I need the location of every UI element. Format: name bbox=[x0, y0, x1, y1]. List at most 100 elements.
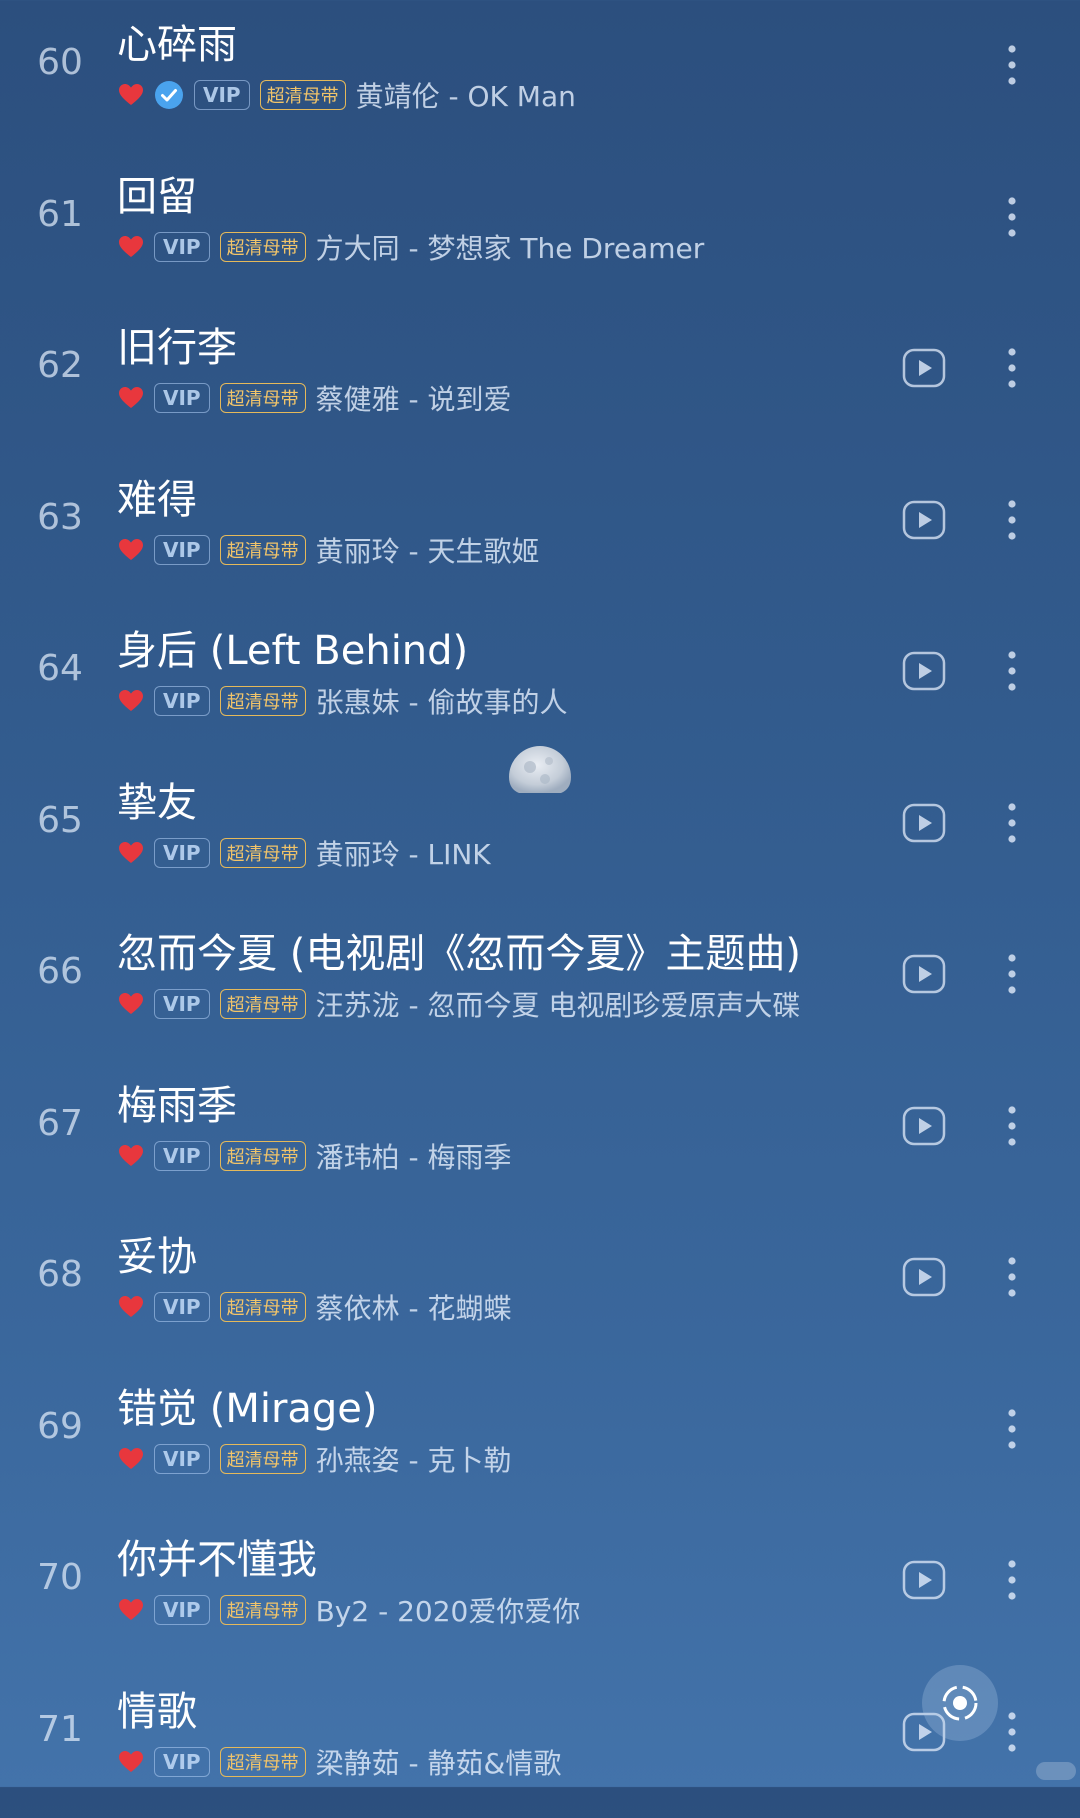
play-video-icon[interactable] bbox=[902, 1560, 946, 1600]
song-index: 60 bbox=[37, 42, 83, 83]
song-meta: VIP 超清母带 梁静茹 - 静茹&情歌 bbox=[118, 1745, 561, 1780]
heart-icon[interactable] bbox=[118, 841, 144, 865]
play-video-icon[interactable] bbox=[902, 500, 946, 540]
more-vertical-icon[interactable] bbox=[992, 801, 1032, 845]
vip-badge: VIP bbox=[154, 1141, 210, 1171]
quality-badge: 超清母带 bbox=[219, 1444, 306, 1474]
play-video-icon[interactable] bbox=[902, 803, 946, 843]
song-artist-album: 汪苏泷 - 忽而今夏 电视剧珍爱原声大碟 bbox=[315, 989, 801, 1022]
vip-badge: VIP bbox=[154, 1292, 210, 1322]
song-artist-album: 蔡依林 - 花蝴蝶 bbox=[315, 1292, 512, 1325]
song-index: 71 bbox=[37, 1709, 83, 1750]
more-vertical-icon[interactable] bbox=[992, 195, 1032, 239]
song-title: 妥协 bbox=[117, 1234, 197, 1280]
song-index: 69 bbox=[37, 1406, 83, 1447]
song-row[interactable]: 60 心碎雨 VIP 超清母带 黄靖伦 - OK Man bbox=[0, 0, 1080, 151]
song-title: 错觉 (Mirage) bbox=[117, 1386, 378, 1432]
song-meta: VIP 超清母带 黄靖伦 - OK Man bbox=[118, 78, 576, 113]
song-index: 61 bbox=[37, 194, 83, 235]
quality-badge: 超清母带 bbox=[219, 383, 306, 413]
quality-badge: 超清母带 bbox=[259, 80, 346, 110]
song-row[interactable]: 64 身后 (Left Behind) VIP 超清母带 张惠妹 - 偷故事的人 bbox=[0, 606, 1080, 757]
more-vertical-icon[interactable] bbox=[992, 43, 1032, 87]
quality-badge: 超清母带 bbox=[219, 838, 306, 868]
song-row[interactable]: 63 难得 VIP 超清母带 黄丽玲 - 天生歌姬 bbox=[0, 455, 1080, 606]
song-meta: VIP 超清母带 蔡依林 - 花蝴蝶 bbox=[118, 1290, 512, 1325]
vip-badge: VIP bbox=[154, 989, 210, 1019]
heart-icon[interactable] bbox=[118, 689, 144, 713]
song-row[interactable]: 67 梅雨季 VIP 超清母带 潘玮柏 - 梅雨季 bbox=[0, 1061, 1080, 1212]
song-row[interactable]: 61 回留 VIP 超清母带 方大同 - 梦想家 The Dreamer bbox=[0, 152, 1080, 303]
song-artist-album: 黄丽玲 - LINK bbox=[315, 838, 491, 871]
play-video-icon[interactable] bbox=[902, 651, 946, 691]
song-title: 挚友 bbox=[117, 780, 197, 826]
recognize-floating-button[interactable] bbox=[922, 1665, 998, 1741]
play-video-icon[interactable] bbox=[902, 1257, 946, 1297]
more-vertical-icon[interactable] bbox=[992, 1558, 1032, 1602]
song-title: 情歌 bbox=[117, 1689, 197, 1735]
song-artist-album: 张惠妹 - 偷故事的人 bbox=[315, 686, 568, 719]
song-artist-album: 黄丽玲 - 天生歌姬 bbox=[315, 535, 540, 568]
song-row[interactable]: 62 旧行李 VIP 超清母带 蔡健雅 - 说到爱 bbox=[0, 303, 1080, 454]
song-row[interactable]: 68 妥协 VIP 超清母带 蔡依林 - 花蝴蝶 bbox=[0, 1212, 1080, 1363]
more-vertical-icon[interactable] bbox=[992, 1407, 1032, 1451]
heart-icon[interactable] bbox=[118, 1144, 144, 1168]
heart-icon[interactable] bbox=[118, 386, 144, 410]
vip-badge: VIP bbox=[154, 1444, 210, 1474]
song-index: 63 bbox=[37, 497, 83, 538]
song-meta: VIP 超清母带 张惠妹 - 偷故事的人 bbox=[118, 684, 568, 719]
more-vertical-icon[interactable] bbox=[992, 346, 1032, 390]
song-artist-album: 方大同 - 梦想家 The Dreamer bbox=[315, 232, 705, 265]
song-index: 67 bbox=[37, 1103, 83, 1144]
song-title: 你并不懂我 bbox=[117, 1537, 317, 1583]
song-index: 66 bbox=[37, 951, 83, 992]
song-meta: VIP 超清母带 汪苏泷 - 忽而今夏 电视剧珍爱原声大碟 bbox=[118, 987, 801, 1022]
song-artist-album: 蔡健雅 - 说到爱 bbox=[315, 383, 512, 416]
song-index: 68 bbox=[37, 1254, 83, 1295]
song-meta: VIP 超清母带 方大同 - 梦想家 The Dreamer bbox=[118, 230, 705, 265]
vip-badge: VIP bbox=[154, 1747, 210, 1777]
quality-badge: 超清母带 bbox=[219, 1141, 306, 1171]
song-meta: VIP 超清母带 黄丽玲 - 天生歌姬 bbox=[118, 533, 540, 568]
heart-icon[interactable] bbox=[118, 538, 144, 562]
quality-badge: 超清母带 bbox=[219, 232, 306, 262]
vip-badge: VIP bbox=[154, 1595, 210, 1625]
song-title: 梅雨季 bbox=[117, 1083, 237, 1129]
play-video-icon[interactable] bbox=[902, 348, 946, 388]
song-row[interactable]: 71 情歌 VIP 超清母带 梁静茹 - 静茹&情歌 bbox=[0, 1667, 1080, 1818]
song-artist-album: By2 - 2020爱你爱你 bbox=[315, 1595, 581, 1628]
verified-check-icon bbox=[154, 80, 184, 110]
song-meta: VIP 超清母带 潘玮柏 - 梅雨季 bbox=[118, 1139, 512, 1174]
heart-icon[interactable] bbox=[118, 992, 144, 1016]
vip-badge: VIP bbox=[154, 383, 210, 413]
song-row[interactable]: 66 忽而今夏 (电视剧《忽而今夏》主题曲) VIP 超清母带 汪苏泷 - 忽而今夏 电… bbox=[0, 909, 1080, 1060]
vip-badge: VIP bbox=[194, 80, 250, 110]
song-artist-album: 孙燕姿 - 克卜勒 bbox=[315, 1444, 512, 1477]
moon-image bbox=[505, 737, 575, 797]
more-vertical-icon[interactable] bbox=[992, 1104, 1032, 1148]
song-artist-album: 潘玮柏 - 梅雨季 bbox=[315, 1141, 512, 1174]
watermark bbox=[1036, 1762, 1076, 1780]
song-title: 忽而今夏 (电视剧《忽而今夏》主题曲) bbox=[117, 931, 801, 977]
recognize-icon bbox=[942, 1685, 978, 1721]
heart-icon[interactable] bbox=[118, 1295, 144, 1319]
heart-icon[interactable] bbox=[118, 235, 144, 259]
quality-badge: 超清母带 bbox=[219, 1747, 306, 1777]
song-row[interactable]: 70 你并不懂我 VIP 超清母带 By2 - 2020爱你爱你 bbox=[0, 1515, 1080, 1666]
heart-icon[interactable] bbox=[118, 1447, 144, 1471]
play-video-icon[interactable] bbox=[902, 1106, 946, 1146]
song-title: 难得 bbox=[117, 477, 197, 523]
more-vertical-icon[interactable] bbox=[992, 1255, 1032, 1299]
vip-badge: VIP bbox=[154, 838, 210, 868]
song-meta: VIP 超清母带 孙燕姿 - 克卜勒 bbox=[118, 1442, 512, 1477]
song-row[interactable]: 69 错觉 (Mirage) VIP 超清母带 孙燕姿 - 克卜勒 bbox=[0, 1364, 1080, 1515]
more-vertical-icon[interactable] bbox=[992, 498, 1032, 542]
play-video-icon[interactable] bbox=[902, 954, 946, 994]
heart-icon[interactable] bbox=[118, 83, 144, 107]
more-vertical-icon[interactable] bbox=[992, 1710, 1032, 1754]
song-meta: VIP 超清母带 By2 - 2020爱你爱你 bbox=[118, 1593, 581, 1628]
more-vertical-icon[interactable] bbox=[992, 952, 1032, 996]
more-vertical-icon[interactable] bbox=[992, 649, 1032, 693]
heart-icon[interactable] bbox=[118, 1750, 144, 1774]
heart-icon[interactable] bbox=[118, 1598, 144, 1622]
